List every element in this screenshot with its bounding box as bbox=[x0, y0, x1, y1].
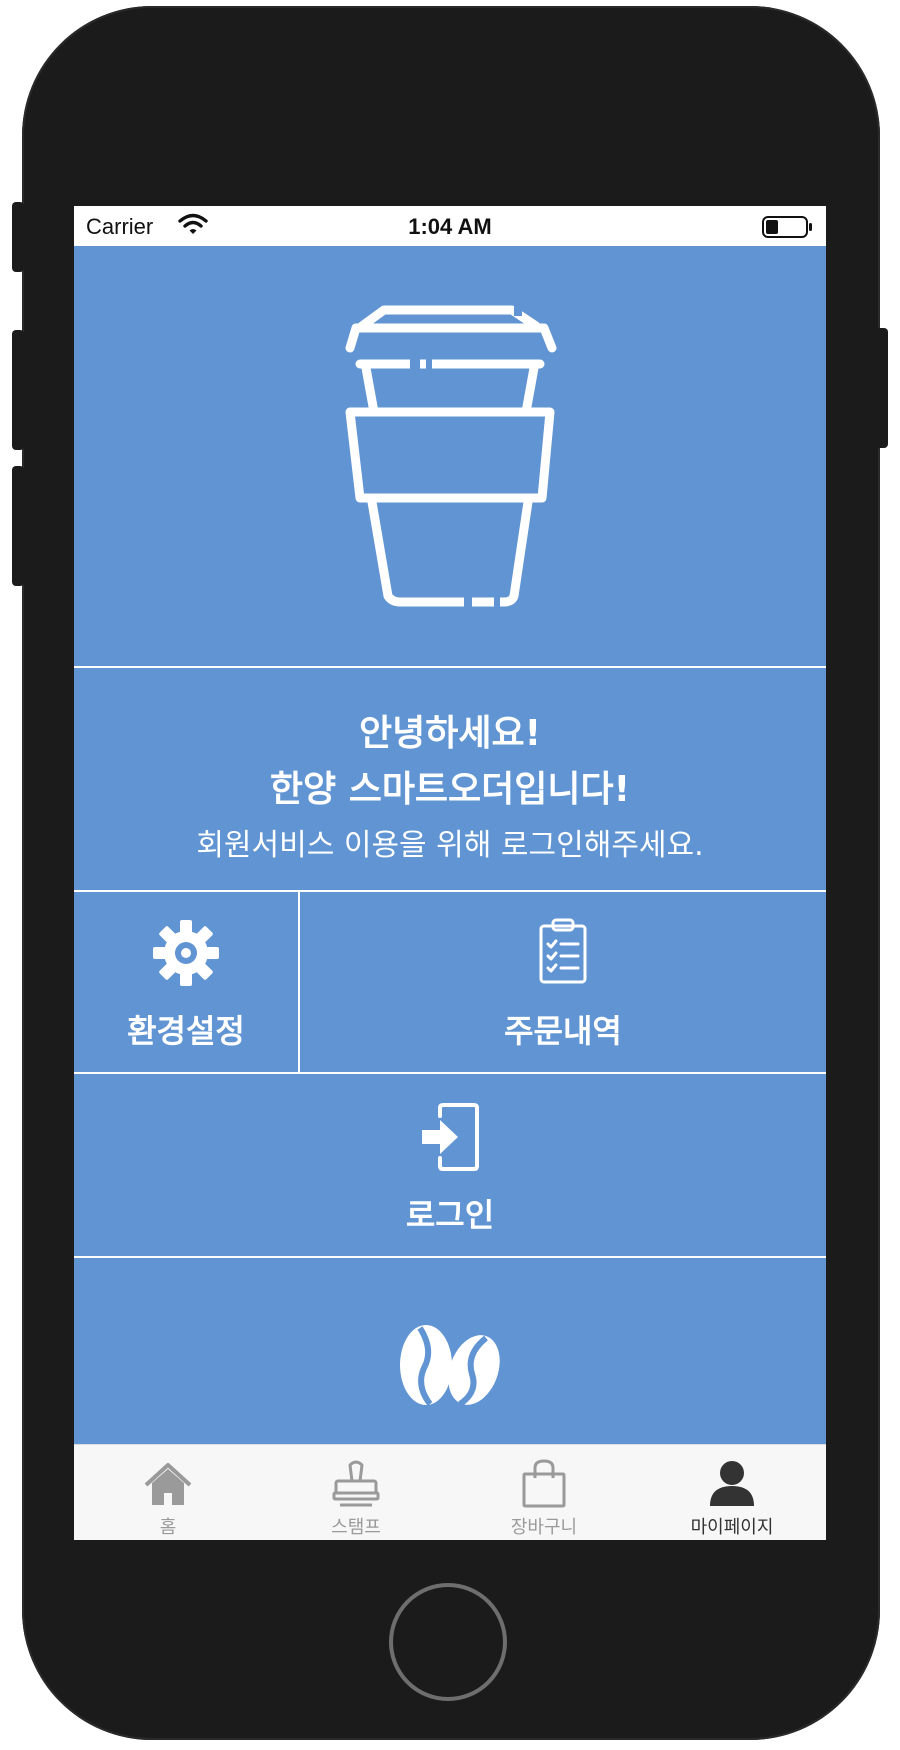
order-history-button[interactable]: 주문내역 bbox=[300, 892, 826, 1072]
home-icon bbox=[144, 1463, 192, 1505]
login-button[interactable]: 로그인 bbox=[74, 1074, 826, 1256]
tab-mypage-label: 마이페이지 bbox=[690, 1517, 774, 1538]
stamp-icon bbox=[332, 1460, 380, 1507]
login-icon bbox=[422, 1103, 479, 1171]
power-button bbox=[876, 328, 888, 448]
volume-down-button bbox=[12, 466, 24, 586]
tab-cart[interactable]: 장바구니 bbox=[450, 1445, 638, 1540]
divider-login bbox=[74, 1256, 826, 1258]
hero-banner bbox=[74, 246, 826, 666]
welcome-app-name: 한양 스마트오더입니다! bbox=[269, 769, 631, 810]
user-icon bbox=[710, 1461, 754, 1506]
tab-bar: 홈 스탬프 장바구니 마이페이지 bbox=[74, 1444, 826, 1540]
welcome-greeting: 안녕하세요! bbox=[358, 713, 542, 754]
status-time: 1:04 AM bbox=[408, 214, 492, 239]
coffee-cup-icon bbox=[345, 304, 557, 608]
clipboard-icon bbox=[539, 918, 587, 984]
tab-mypage[interactable]: 마이페이지 bbox=[638, 1445, 826, 1540]
login-label: 로그인 bbox=[405, 1196, 495, 1234]
welcome-login-prompt: 회원서비스 이용을 위해 로그인해주세요. bbox=[196, 828, 704, 863]
gear-icon bbox=[153, 920, 219, 986]
tab-cart-label: 장바구니 bbox=[510, 1517, 578, 1538]
battery-icon bbox=[762, 216, 814, 244]
tab-stamp[interactable]: 스탬프 bbox=[262, 1445, 450, 1540]
tab-home-label: 홈 bbox=[159, 1517, 177, 1538]
status-bar: Carrier 1:04 AM bbox=[74, 206, 826, 246]
coffee-beans-icon bbox=[400, 1325, 500, 1407]
settings-label: 환경설정 bbox=[127, 1012, 245, 1050]
volume-up-button bbox=[12, 330, 24, 450]
mute-switch bbox=[12, 202, 24, 272]
shopping-bag-icon bbox=[522, 1459, 566, 1508]
welcome-section: 안녕하세요! 한양 스마트오더입니다! 회원서비스 이용을 위해 로그인해주세요… bbox=[74, 668, 826, 890]
tab-stamp-label: 스탬프 bbox=[331, 1517, 381, 1538]
order-history-label: 주문내역 bbox=[504, 1012, 622, 1050]
app-screen: Carrier 1:04 AM 안녕하세요! 한양 스마트오더입니다! 회원서비… bbox=[74, 206, 826, 1540]
tab-home[interactable]: 홈 bbox=[74, 1445, 262, 1540]
settings-button[interactable]: 환경설정 bbox=[74, 892, 298, 1072]
home-button[interactable] bbox=[389, 1583, 507, 1701]
